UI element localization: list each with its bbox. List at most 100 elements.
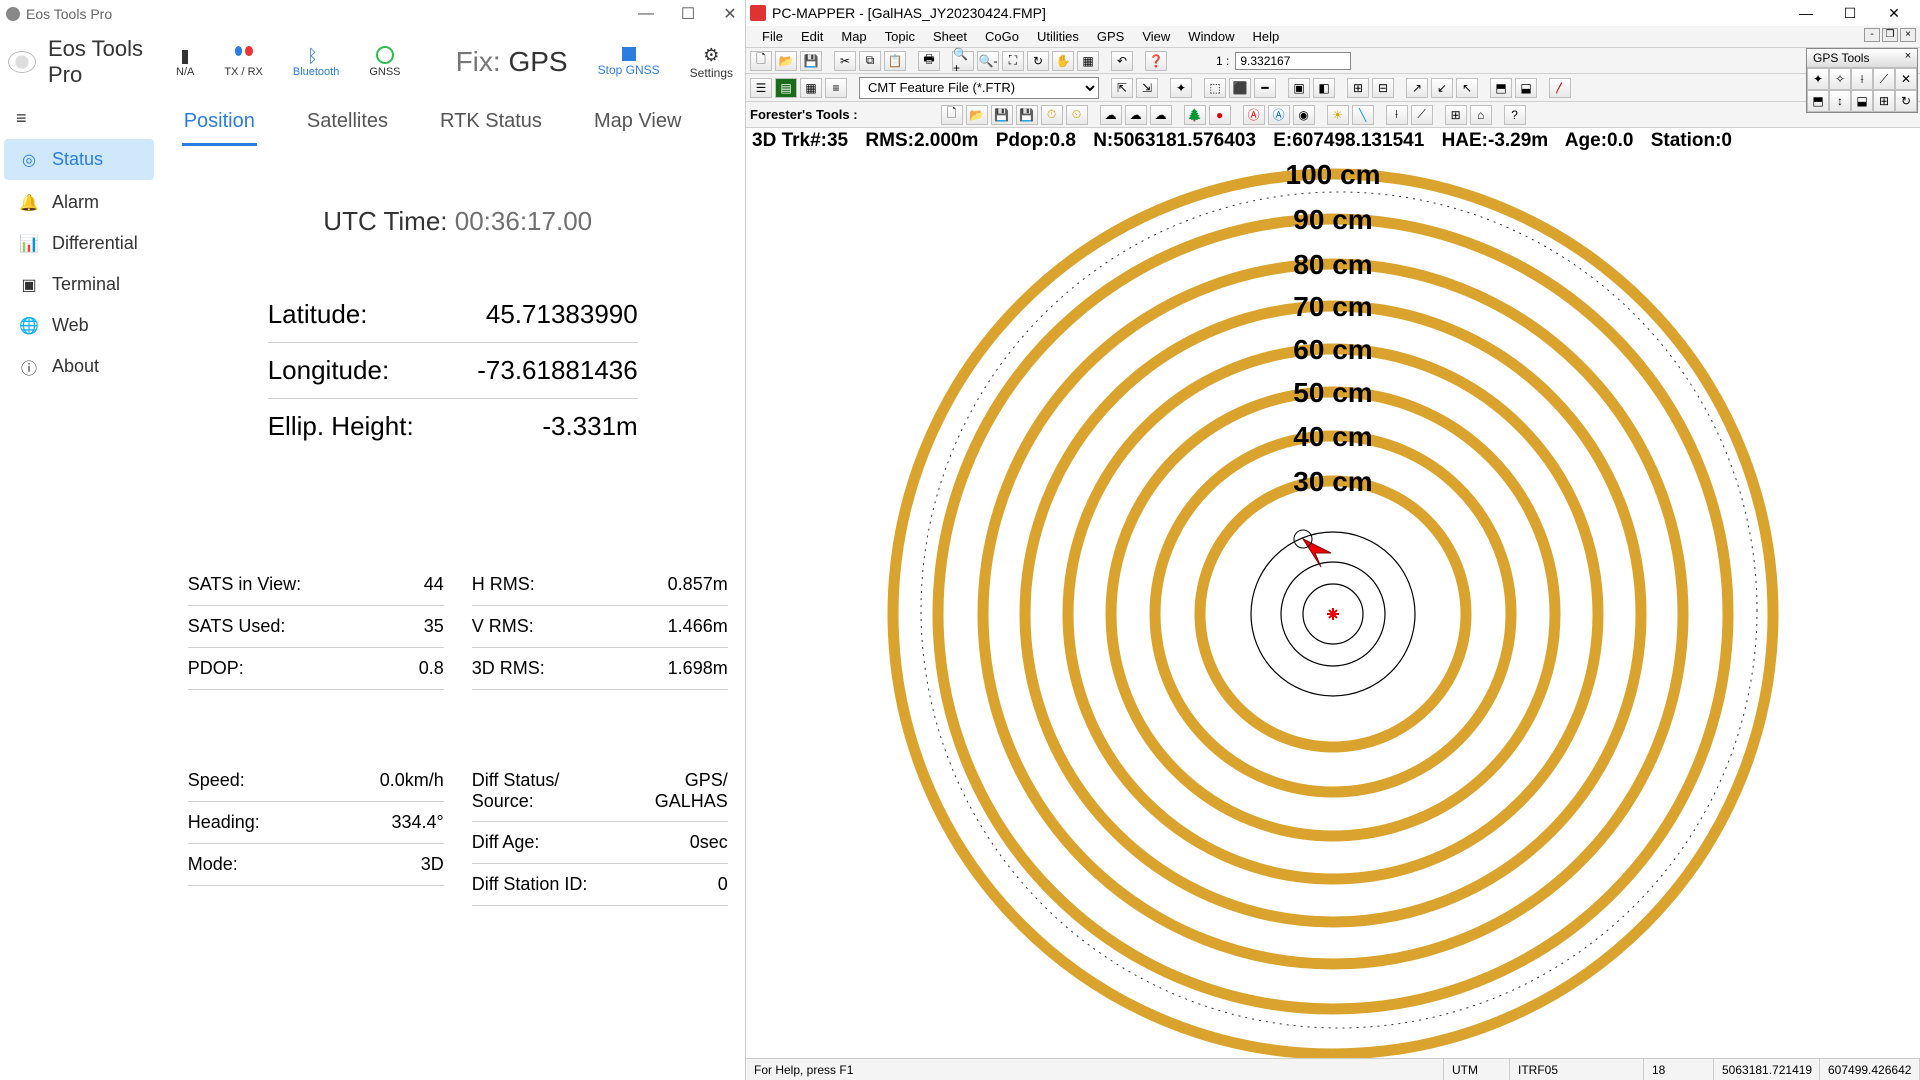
rows-icon[interactable]: ≡ [825,78,847,98]
cut-icon[interactable]: ✂ [834,51,856,71]
zoom-fit-icon[interactable]: ⛶ [1002,51,1024,71]
zoom-in-icon[interactable]: 🔍+ [952,51,974,71]
tool-m-icon[interactable]: ⬓ [1515,78,1537,98]
sidebar-item-differential[interactable]: 📊Differential [0,223,158,264]
menu-file[interactable]: File [754,27,791,46]
new-icon[interactable]: 🗋 [750,51,772,71]
ft-save-icon[interactable]: 💾 [991,105,1013,125]
gps-tool-9-icon[interactable]: ⊞ [1873,90,1895,112]
import-icon[interactable]: ⇲ [1136,78,1158,98]
gps-tools-close-icon[interactable]: × [1901,50,1915,64]
tab-rtk-status[interactable]: RTK Status [438,104,544,146]
scale-input[interactable] [1235,52,1351,70]
sidebar-item-alarm[interactable]: 🔔Alarm [0,182,158,223]
ft-clock1-icon[interactable]: ⏱ [1041,105,1063,125]
help-context-icon[interactable]: ❓ [1145,51,1167,71]
list-icon[interactable]: ☰ [750,78,772,98]
ft-help-icon[interactable]: ? [1504,105,1526,125]
zoom-out-icon[interactable]: 🔍- [977,51,999,71]
save-icon[interactable]: 💾 [800,51,822,71]
gps-tool-8-icon[interactable]: ⬓ [1851,90,1873,112]
tool-j-icon[interactable]: ↙ [1431,78,1453,98]
ft-clock2-icon[interactable]: ⏲ [1066,105,1088,125]
tool-a-icon[interactable]: ✦ [1170,78,1192,98]
table-icon[interactable]: ▦ [800,78,822,98]
menu-gps[interactable]: GPS [1089,27,1132,46]
ft-a2-icon[interactable]: Ⓐ [1268,105,1290,125]
refresh-icon[interactable]: ↻ [1027,51,1049,71]
close-icon[interactable]: ✕ [1872,1,1916,25]
ft-cloud2-icon[interactable]: ☁ [1125,105,1147,125]
mdi-minimize-icon[interactable]: - [1864,28,1880,42]
gps-tool-4-icon[interactable]: ⟋ [1873,68,1895,90]
menu-edit[interactable]: Edit [793,27,831,46]
maximize-icon[interactable]: ☐ [679,5,697,23]
sidebar-item-status[interactable]: ◎Status [4,139,154,180]
gps-tool-1-icon[interactable]: ✦ [1807,68,1829,90]
ft-sun-icon[interactable]: ☀ [1327,105,1349,125]
feature-file-select[interactable]: CMT Feature File (*.FTR) [859,77,1099,99]
tool-k-icon[interactable]: ↖ [1456,78,1478,98]
hamburger-icon[interactable]: ≡ [0,100,158,137]
minimize-icon[interactable]: — [1784,1,1828,25]
tool-c-icon[interactable]: ⬛ [1229,78,1251,98]
gps-tool-3-icon[interactable]: ⟊ [1851,68,1873,90]
ft-save2-icon[interactable]: 💾 [1016,105,1038,125]
menu-view[interactable]: View [1134,27,1178,46]
sidebar-item-terminal[interactable]: ▣Terminal [0,264,158,305]
pan-icon[interactable]: ✋ [1052,51,1074,71]
tool-l-icon[interactable]: ⬒ [1490,78,1512,98]
close-icon[interactable]: ✕ [721,5,739,23]
print-icon[interactable]: 🖶 [918,51,940,71]
tool-n-icon[interactable]: 〳 [1549,78,1571,98]
ft-box-icon[interactable]: ⊞ [1445,105,1467,125]
gps-tool-2-icon[interactable]: ✧ [1829,68,1851,90]
open-icon[interactable]: 📂 [775,51,797,71]
stop-gnss-button[interactable]: Stop GNSS [598,47,660,77]
tool-i-icon[interactable]: ↗ [1406,78,1428,98]
undo-icon[interactable]: ↶ [1111,51,1133,71]
mdi-restore-icon[interactable]: ❐ [1882,28,1898,42]
ft-new-icon[interactable]: 🗋 [941,105,963,125]
menu-map[interactable]: Map [833,27,874,46]
ft-home-icon[interactable]: ⌂ [1470,105,1492,125]
ft-tree-icon[interactable]: 🌲 [1184,105,1206,125]
menu-cogo[interactable]: CoGo [977,27,1027,46]
tool-h-icon[interactable]: ⊟ [1372,78,1394,98]
ft-open-icon[interactable]: 📂 [966,105,988,125]
minimize-icon[interactable]: — [637,5,655,23]
tool-e-icon[interactable]: ▣ [1288,78,1310,98]
menu-help[interactable]: Help [1245,27,1288,46]
sidebar-item-web[interactable]: 🌐Web [0,305,158,346]
maximize-icon[interactable]: ☐ [1828,1,1872,25]
ft-circle-icon[interactable]: ● [1209,105,1231,125]
settings-button[interactable]: ⚙Settings [690,45,733,80]
tab-satellites[interactable]: Satellites [305,104,390,146]
ft-dot-icon[interactable]: ◉ [1293,105,1315,125]
tab-position[interactable]: Position [182,104,257,146]
tool-g-icon[interactable]: ⊞ [1347,78,1369,98]
tool-d-icon[interactable]: ━ [1254,78,1276,98]
gps-tool-7-icon[interactable]: ↕ [1829,90,1851,112]
export-icon[interactable]: ⇱ [1111,78,1133,98]
ft-line-icon[interactable]: ╲ [1352,105,1374,125]
grid-icon[interactable]: ▦ [1077,51,1099,71]
layers-icon[interactable]: ▤ [775,78,797,98]
ft-ruler2-icon[interactable]: ⟋ [1411,105,1433,125]
gps-tool-5-icon[interactable]: ✕ [1895,68,1917,90]
menu-sheet[interactable]: Sheet [925,27,975,46]
gps-tool-10-icon[interactable]: ↻ [1895,90,1917,112]
tab-map-view[interactable]: Map View [592,104,683,146]
menu-utilities[interactable]: Utilities [1029,27,1087,46]
ft-a1-icon[interactable]: Ⓐ [1243,105,1265,125]
tool-f-icon[interactable]: ◧ [1313,78,1335,98]
copy-icon[interactable]: ⧉ [859,51,881,71]
menu-topic[interactable]: Topic [877,27,923,46]
ft-cloud1-icon[interactable]: ☁ [1100,105,1122,125]
mdi-close-icon[interactable]: × [1900,28,1916,42]
gps-tool-6-icon[interactable]: ⬒ [1807,90,1829,112]
ft-ruler1-icon[interactable]: ⟊ [1386,105,1408,125]
tool-b-icon[interactable]: ⬚ [1204,78,1226,98]
paste-icon[interactable]: 📋 [884,51,906,71]
menu-window[interactable]: Window [1180,27,1242,46]
